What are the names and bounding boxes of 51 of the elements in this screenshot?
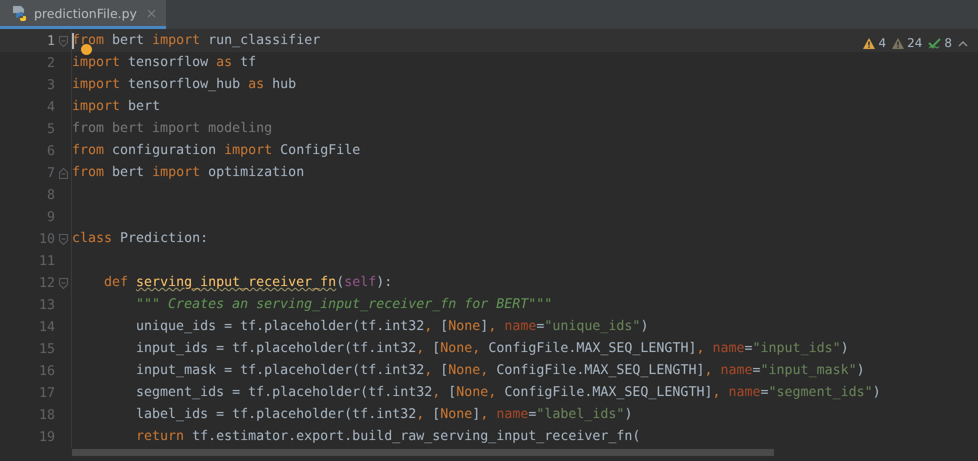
line-number: 8	[46, 188, 55, 202]
code-line: from bert import modeling	[72, 122, 272, 136]
line-number: 9	[46, 210, 55, 224]
code-line: from bert import run_classifier	[72, 34, 320, 48]
code-line: label_ids = tf.placeholder(tf.int32, [None], name="label_ids")	[136, 408, 632, 422]
code-line: def serving_input_receiver_fn(self):	[104, 276, 392, 290]
code-line: unique_ids = tf.placeholder(tf.int32, [None], name="unique_ids")	[136, 320, 648, 334]
inspection-count: 8	[944, 36, 952, 50]
code-line: import tensorflow as tf	[72, 56, 256, 70]
line-number: 7	[46, 166, 55, 180]
line-number: 6	[46, 144, 55, 158]
inspection-count: 24	[907, 36, 922, 50]
line-number: 5	[46, 122, 55, 136]
line-number: 14	[38, 320, 55, 334]
fold-icon[interactable]	[58, 168, 68, 178]
line-number: 18	[38, 408, 55, 422]
lightbulb-icon[interactable]	[81, 44, 92, 55]
line-number: 3	[46, 78, 55, 92]
code-line: """ Creates an serving_input_receiver_fn for BERT"""	[136, 298, 552, 312]
code-line: input_ids = tf.placeholder(tf.int32, [None, ConfigFile.MAX_SEQ_LENGTH], name="input_ids")	[136, 342, 849, 356]
warning-icon[interactable]	[863, 38, 876, 48]
check-icon[interactable]	[928, 38, 942, 48]
code-line: import bert	[72, 100, 160, 114]
line-number: 11	[38, 254, 55, 268]
close-icon[interactable]	[146, 8, 156, 18]
line-number: 12	[38, 276, 55, 290]
line-number: 15	[38, 342, 55, 356]
code-line: from bert import optimization	[72, 166, 304, 180]
warning-icon[interactable]	[892, 38, 904, 48]
fold-icon[interactable]	[58, 36, 68, 46]
line-number: 10	[38, 232, 55, 246]
python-file-icon	[12, 5, 28, 21]
code-line: segment_ids = tf.placeholder(tf.int32, [None, ConfigFile.MAX_SEQ_LENGTH], name="segment_ids")	[136, 386, 881, 400]
file-tab[interactable]: predictionFile.py	[0, 0, 166, 29]
code-line: from configuration import ConfigFile	[72, 144, 360, 158]
fold-icon[interactable]	[58, 234, 68, 244]
scrollbar-thumb[interactable]	[72, 449, 774, 456]
line-number: 1	[46, 34, 55, 48]
line-number: 19	[38, 430, 55, 444]
line-number: 16	[38, 364, 55, 378]
code-line: class Prediction:	[72, 232, 208, 246]
line-number: 2	[46, 56, 55, 70]
chevron-up-icon[interactable]	[958, 40, 968, 46]
code-line: return tf.estimator.export.build_raw_serving_input_receiver_fn(	[136, 430, 640, 444]
line-number: 4	[46, 100, 55, 114]
line-number: 13	[38, 298, 55, 312]
fold-icon[interactable]	[58, 278, 68, 288]
inspection-count: 4	[878, 36, 886, 50]
code-line: import tensorflow_hub as hub	[72, 78, 296, 92]
line-number: 17	[38, 386, 55, 400]
code-line: input_mask = tf.placeholder(tf.int32, [None, ConfigFile.MAX_SEQ_LENGTH], name="input_mask")	[136, 364, 865, 378]
